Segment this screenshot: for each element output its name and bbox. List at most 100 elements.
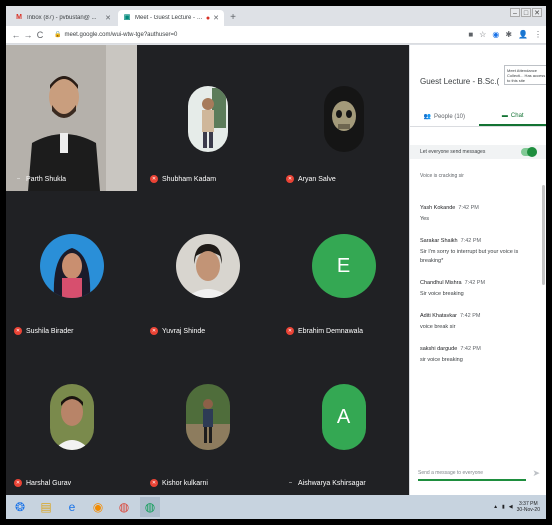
- minimize-icon[interactable]: –: [510, 8, 520, 17]
- gmail-icon: M: [16, 14, 22, 21]
- chat-toggle[interactable]: [521, 147, 537, 157]
- avatar-image: [185, 384, 230, 450]
- address-bar[interactable]: 🔒 meet.google.com/wui-wtw-tge?authuser=0: [50, 28, 450, 41]
- participant-label: ✕ Harshal Gurav: [14, 479, 71, 487]
- chat-message: sakshi dargude 7:42 PM sir voice breaking: [420, 346, 542, 365]
- toggle-label: Let everyone send messages: [420, 149, 486, 155]
- meeting-title: Guest Lecture - B.Sc.(: [420, 77, 500, 86]
- url-text: meet.google.com/wui-wtw-tge?authuser=0: [64, 31, 178, 38]
- participant-name: Ebrahim Demnawala: [298, 327, 363, 335]
- edge-icon[interactable]: e: [62, 497, 82, 517]
- lock-icon: 🔒: [54, 32, 62, 38]
- participant-name: Parth Shukla: [26, 175, 67, 183]
- chat-message: Yash Kokande 7:42 PM Yes: [420, 205, 542, 224]
- camera-icon[interactable]: ■: [468, 30, 473, 39]
- chat-message: Sarakar Shaikh 7:42 PM Sir I'm sorry to i…: [420, 238, 542, 266]
- participant-tile[interactable]: ✕ Harshal Gurav: [6, 349, 137, 495]
- close-icon[interactable]: ✕: [213, 14, 219, 22]
- puzzle-icon[interactable]: ✱: [505, 30, 512, 39]
- tab-meet[interactable]: ▣ Meet - Guest Lecture - B.Sc... ● ✕: [118, 10, 224, 26]
- forward-icon[interactable]: →: [22, 30, 34, 40]
- participant-name: Aryan Salve: [298, 175, 336, 183]
- browser-toolbar: ← → C 🔒 meet.google.com/wui-wtw-tge?auth…: [6, 26, 546, 44]
- start-icon[interactable]: ❂: [10, 497, 30, 517]
- participant-name: Aishwarya Kshirsagar: [298, 479, 366, 487]
- chat-messages: Yash Kokande 7:42 PM Yes Sarakar Shaikh 7:…: [420, 205, 542, 379]
- mic-off-icon: ✕: [150, 175, 158, 183]
- maximize-icon[interactable]: □: [521, 8, 531, 17]
- extension-icons: ■ ☆ ◉ ✱ 👤 ⋮: [468, 30, 542, 39]
- send-icon[interactable]: ➤: [532, 468, 540, 479]
- meeting-grid: ··· Parth Shukla ✕ Shubham Kadam ✕ Aryan…: [6, 45, 409, 495]
- clock-date: 30-Nov-20: [516, 507, 540, 513]
- chat-scrollbar[interactable]: [542, 185, 545, 285]
- mic-off-icon: ✕: [286, 175, 294, 183]
- letter-avatar: E: [311, 234, 376, 298]
- window-controls: – □ ✕: [510, 8, 542, 17]
- star-icon[interactable]: ☆: [479, 30, 486, 39]
- mic-off-icon: ✕: [14, 327, 22, 335]
- avatar: [49, 384, 94, 450]
- new-tab-button[interactable]: +: [226, 10, 240, 26]
- participant-tile[interactable]: ✕ Kishor kulkarni: [142, 349, 273, 495]
- chat-input[interactable]: Send a message to everyone: [418, 467, 526, 481]
- chat-notice: Voice is cracking sir: [420, 173, 464, 179]
- chat-icon: ▬: [501, 112, 508, 119]
- media-player-icon[interactable]: ◉: [88, 497, 108, 517]
- letter-avatar: A: [321, 384, 366, 450]
- participant-tile[interactable]: ✕ Aryan Salve: [278, 45, 409, 191]
- message-time: 7:42 PM: [460, 346, 481, 352]
- tab-people[interactable]: 👥 People (10): [410, 107, 479, 126]
- participant-label: ✕ Kishor kulkarni: [150, 479, 208, 487]
- message-sender: Aditi Khatavkar: [420, 313, 457, 319]
- participant-name: Sushila Birader: [26, 327, 74, 335]
- close-icon[interactable]: ✕: [105, 14, 111, 22]
- chat-message: Aditi Khatavkar 7:42 PM voice break sir: [420, 313, 542, 332]
- message-text: Sir I'm sorry to interrupt but your voic…: [420, 249, 519, 264]
- participant-tile[interactable]: ··· Parth Shukla: [6, 45, 137, 191]
- profile-icon[interactable]: 👤: [518, 30, 528, 39]
- tray-arrow-icon[interactable]: ▲: [493, 504, 498, 510]
- message-sender: Sarakar Shaikh: [420, 238, 458, 244]
- avatar: [187, 86, 228, 152]
- participant-label: ··· Aishwarya Kshirsagar: [286, 479, 366, 487]
- participant-label: ✕ Ebrahim Demnawala: [286, 327, 363, 335]
- participant-name: Yuvraj Shinde: [162, 327, 206, 335]
- participant-tile[interactable]: ✕ Shubham Kadam: [142, 45, 273, 191]
- close-window-icon[interactable]: ✕: [532, 8, 542, 17]
- message-sender: Yash Kokande: [420, 205, 456, 211]
- network-icon[interactable]: ▮: [502, 504, 505, 510]
- chrome-icon[interactable]: ◍: [114, 497, 134, 517]
- tab-chat[interactable]: ▬ Chat: [478, 107, 546, 126]
- file-explorer-icon[interactable]: ▤: [36, 497, 56, 517]
- chrome-active-icon[interactable]: ◍: [140, 497, 160, 517]
- microphone-icon: ···: [16, 176, 21, 182]
- meet-icon: ▣: [123, 14, 131, 21]
- clock[interactable]: 3:37 PM 30-Nov-20: [517, 501, 540, 513]
- participant-tile[interactable]: ✕ Sushila Birader: [6, 197, 137, 343]
- chat-message: Chandhul Mishra 7:42 PM Sir voice breakin…: [420, 280, 542, 299]
- avatar-image: [175, 234, 240, 298]
- extension-tooltip: Meet Attendance Collecti... Has access t…: [504, 65, 546, 85]
- avatar: [39, 234, 104, 298]
- tab-gmail[interactable]: M Inbox (87) - pvbustan@ ... ✕: [10, 10, 116, 26]
- participant-tile[interactable]: A ··· Aishwarya Kshirsagar: [278, 349, 409, 495]
- back-icon[interactable]: ←: [10, 30, 22, 40]
- avatar-image: [49, 384, 94, 450]
- avatar: [185, 384, 230, 450]
- reload-icon[interactable]: C: [34, 30, 46, 40]
- menu-icon[interactable]: ⋮: [534, 30, 542, 39]
- mic-off-icon: ✕: [150, 479, 158, 487]
- message-text: sir voice breaking: [420, 357, 463, 363]
- participant-label: ✕ Yuvraj Shinde: [150, 327, 205, 335]
- mic-off-icon: ✕: [14, 479, 22, 487]
- avatar-image: [39, 234, 104, 298]
- volume-icon[interactable]: ◀: [509, 504, 513, 510]
- message-time: 7:42 PM: [460, 238, 482, 244]
- participant-tile[interactable]: ✕ Yuvraj Shinde: [142, 197, 273, 343]
- side-panel: Guest Lecture - B.Sc.( Meet Attendance C…: [409, 45, 546, 495]
- extension-icon[interactable]: ◉: [492, 30, 499, 39]
- participant-video: [6, 45, 137, 191]
- mic-off-icon: ✕: [150, 327, 158, 335]
- participant-tile[interactable]: E ✕ Ebrahim Demnawala: [278, 197, 409, 343]
